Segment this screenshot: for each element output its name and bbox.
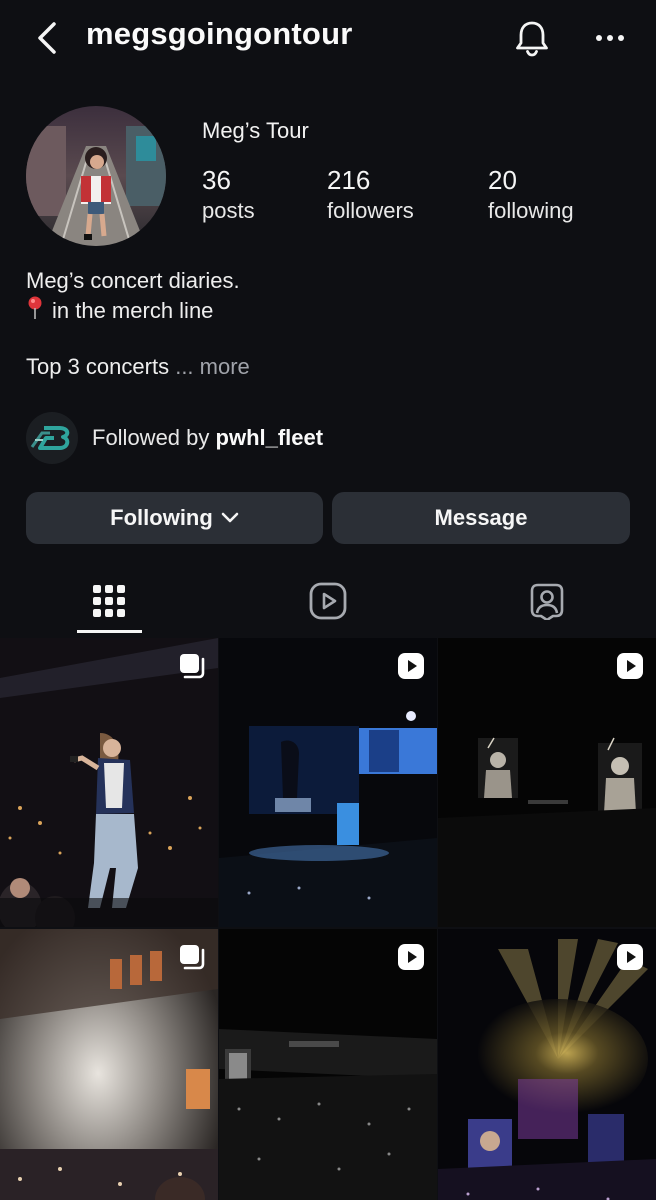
profile-avatar[interactable]: [26, 106, 166, 246]
bio-location-text: in the merch line: [52, 298, 214, 323]
post-thumbnail[interactable]: [219, 929, 437, 1200]
follower-avatar: [26, 412, 78, 464]
reels-icon: [309, 582, 347, 620]
post-thumbnail[interactable]: [438, 638, 656, 927]
post-image: [438, 638, 656, 927]
post-thumbnail[interactable]: [0, 929, 218, 1200]
tab-reels[interactable]: [268, 566, 388, 636]
bio-line: in the merch line: [26, 296, 240, 326]
top-bar: megsgoingontour: [0, 0, 656, 76]
notifications-button[interactable]: [510, 16, 554, 60]
tab-grid[interactable]: [49, 566, 169, 636]
reel-icon: [398, 653, 424, 679]
bio-expand[interactable]: Top 3 concerts ... more: [26, 354, 250, 380]
post-image: [219, 638, 437, 927]
profile-username: megsgoingontour: [86, 16, 353, 51]
back-arrow-icon: [38, 22, 56, 54]
followed-by-text: Followed by pwhl_fleet: [92, 425, 323, 451]
reel-icon: [398, 944, 424, 970]
followed-by-row[interactable]: Followed by pwhl_fleet: [26, 412, 323, 464]
stat-value: 20: [488, 165, 517, 195]
profile-tabs: [0, 566, 656, 636]
chevron-down-icon: [221, 512, 239, 524]
back-button[interactable]: [30, 18, 64, 58]
post-image: [0, 638, 218, 927]
bio-more-text: Top 3 concerts: [26, 354, 170, 379]
tagged-icon: [530, 583, 564, 620]
followers-count[interactable]: 216 followers: [327, 164, 414, 226]
post-thumbnail[interactable]: [438, 929, 656, 1200]
team-logo-icon: [30, 426, 70, 450]
posts-count[interactable]: 36 posts: [202, 164, 255, 226]
stat-value: 216: [327, 165, 371, 195]
display-name: Meg’s Tour: [202, 118, 309, 143]
stat-label: following: [488, 198, 574, 223]
pin-icon: [28, 296, 42, 319]
stat-label: posts: [202, 198, 255, 223]
bio-line: Meg’s concert diaries.: [26, 268, 240, 293]
tab-tagged[interactable]: [487, 566, 607, 636]
posts-grid: [0, 638, 656, 1200]
following-button[interactable]: Following: [26, 492, 323, 544]
post-thumbnail[interactable]: [0, 638, 218, 927]
post-thumbnail[interactable]: [219, 638, 437, 927]
more-options-button[interactable]: [588, 16, 632, 60]
message-label: Message: [434, 505, 528, 530]
active-tab-indicator: [77, 630, 142, 633]
followed-by-prefix: Followed by: [92, 425, 210, 450]
more-link[interactable]: ... more: [175, 354, 250, 379]
message-button[interactable]: Message: [332, 492, 630, 544]
bell-icon: [516, 21, 548, 57]
reel-icon: [617, 944, 643, 970]
followed-by-username[interactable]: pwhl_fleet: [216, 425, 324, 450]
avatar-photo: [26, 106, 166, 246]
carousel-icon: [180, 654, 205, 679]
reel-icon: [617, 653, 643, 679]
following-count[interactable]: 20 following: [488, 164, 574, 226]
more-dots-icon: [596, 35, 624, 41]
grid-icon: [93, 585, 125, 617]
profile-bio: Meg’s concert diaries. in the merch line: [26, 266, 240, 326]
following-label: Following: [110, 505, 213, 530]
stat-label: followers: [327, 198, 414, 223]
stat-value: 36: [202, 165, 231, 195]
carousel-icon: [180, 945, 205, 970]
